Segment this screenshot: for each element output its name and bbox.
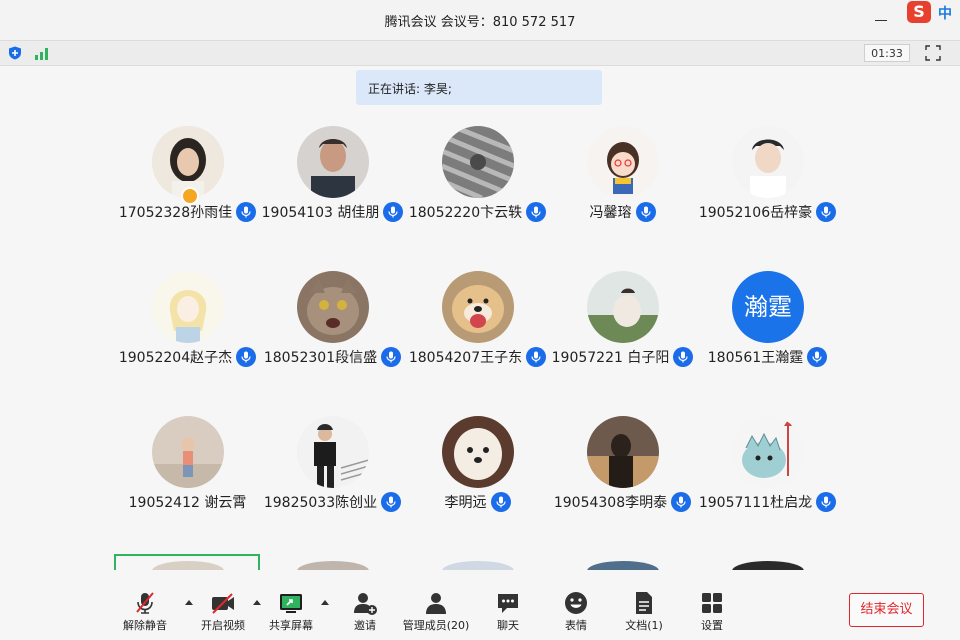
add-person-icon [354, 593, 377, 615]
participant-name: 19052106岳梓豪 [698, 205, 813, 221]
ime-mode-label: 中 [938, 6, 952, 22]
participant-avatar [297, 126, 369, 198]
settings-label: 设置 [701, 619, 723, 632]
participant-avatar [297, 416, 369, 488]
microphone-icon[interactable] [807, 347, 828, 367]
chat-button[interactable]: 聊天 [494, 590, 522, 640]
status-bar: 01:33 [0, 40, 960, 66]
settings-button[interactable]: 设置 [698, 590, 726, 640]
share-screen-button[interactable]: 共享屏幕 [269, 590, 313, 640]
participant-name: 19057221 白子阳 [551, 350, 670, 366]
emoji-button[interactable]: 表情 [562, 590, 590, 640]
participant-avatar [442, 271, 514, 343]
microphone-icon[interactable] [816, 202, 837, 222]
meeting-timer: 01:33 [864, 44, 910, 62]
end-meeting-button[interactable]: 结束会议 [849, 593, 924, 627]
document-icon [636, 592, 652, 614]
microphone-icon[interactable] [635, 202, 656, 222]
speaking-indicator: 正在讲话: 李昊; [356, 70, 602, 105]
audio-options-caret-icon[interactable] [185, 600, 193, 605]
participant-avatar [152, 271, 224, 343]
share-screen-icon [280, 594, 302, 613]
start-video-button[interactable]: 开启视频 [201, 590, 245, 640]
participant-tile[interactable]: 冯馨瑢 [550, 126, 695, 236]
window-title: 腾讯会议 会议号：810 572 517 [384, 15, 576, 30]
ime-indicator[interactable]: S 中 [905, 0, 960, 26]
fullscreen-icon[interactable] [925, 45, 941, 61]
participant-avatar [442, 416, 514, 488]
unmute-label: 解除静音 [123, 619, 167, 632]
participant-name: 18054207王子东 [408, 350, 523, 366]
participant-name: 19052204赵子杰 [118, 350, 233, 366]
camera-off-icon [212, 593, 234, 614]
participant-avatar [587, 271, 659, 343]
manage-members-button[interactable]: 管理成员(20) [403, 590, 469, 640]
participant-name: 180561王瀚霆 [707, 350, 804, 366]
participant-name: 19825033陈创业 [263, 495, 378, 511]
participant-name: 19052412 谢云霄 [128, 495, 247, 511]
participant-name: 19054308李明泰 [553, 495, 668, 511]
smiley-icon [565, 592, 587, 614]
members-icon [426, 593, 446, 614]
participant-name: 18052301段信盛 [263, 350, 378, 366]
microphone-muted-icon [136, 592, 154, 614]
participant-name: 19054103 胡佳朋 [261, 205, 380, 221]
participant-tile[interactable]: 19057221 白子阳 [550, 271, 695, 381]
participant-tile[interactable]: 李明远 [405, 416, 550, 526]
participant-avatar [152, 416, 224, 488]
participant-tile[interactable]: 18052301段信盛 [260, 271, 405, 381]
participant-name: 18052220卞云轶 [408, 205, 523, 221]
participant-avatar [297, 271, 369, 343]
participant-name: 李明远 [444, 495, 487, 511]
participant-name: 19057111杜启龙 [698, 495, 813, 511]
meeting-toolbar: 解除静音 开启视频 共享屏幕 邀请 管理成员(20) 聊天 表情 文档(1) 设… [0, 570, 960, 640]
microphone-icon[interactable] [816, 492, 837, 512]
participant-avatar [442, 126, 514, 198]
participant-avatar-text: 瀚霆 [732, 271, 804, 343]
participant-name: 冯馨瑢 [589, 205, 632, 221]
sogou-ime-icon: S [907, 1, 931, 23]
participant-tile[interactable]: 19052412 谢云霄 [115, 416, 260, 526]
minimize-icon[interactable] [873, 12, 889, 28]
participant-tile[interactable]: 17052328孙雨佳 [115, 126, 260, 236]
participant-tile[interactable]: 瀚霆 180561王瀚霆 [695, 271, 840, 381]
invite-button[interactable]: 邀请 [351, 590, 379, 640]
microphone-icon[interactable] [490, 492, 511, 512]
participant-avatar [732, 126, 804, 198]
participant-tile[interactable]: 18054207王子东 [405, 271, 550, 381]
title-bar: 腾讯会议 会议号：810 572 517 S 中 [0, 0, 960, 40]
participant-tile[interactable]: 19054308李明泰 [550, 416, 695, 526]
participant-tile[interactable]: 19052204赵子杰 [115, 271, 260, 381]
share-options-caret-icon[interactable] [321, 600, 329, 605]
participant-tile[interactable]: 19052106岳梓豪 [695, 126, 840, 236]
video-options-caret-icon[interactable] [253, 600, 261, 605]
participant-name: 17052328孙雨佳 [118, 205, 233, 221]
unmute-button[interactable]: 解除静音 [123, 590, 167, 640]
settings-grid-icon [702, 593, 722, 613]
speaking-text: 正在讲话: 李昊; [368, 82, 452, 96]
participant-tile[interactable]: 19057111杜启龙 [695, 416, 840, 526]
participant-tile[interactable]: 18052220卞云轶 [405, 126, 550, 236]
participant-avatar [732, 416, 804, 488]
participant-tile[interactable]: 19825033陈创业 [260, 416, 405, 526]
security-shield-icon[interactable] [8, 46, 22, 60]
documents-button[interactable]: 文档(1) [625, 590, 663, 640]
chat-bubble-icon [498, 594, 518, 613]
network-signal-icon[interactable] [34, 46, 50, 60]
participant-avatar [587, 416, 659, 488]
participant-avatar [587, 126, 659, 198]
participant-tile[interactable]: 19054103 胡佳朋 [260, 126, 405, 236]
